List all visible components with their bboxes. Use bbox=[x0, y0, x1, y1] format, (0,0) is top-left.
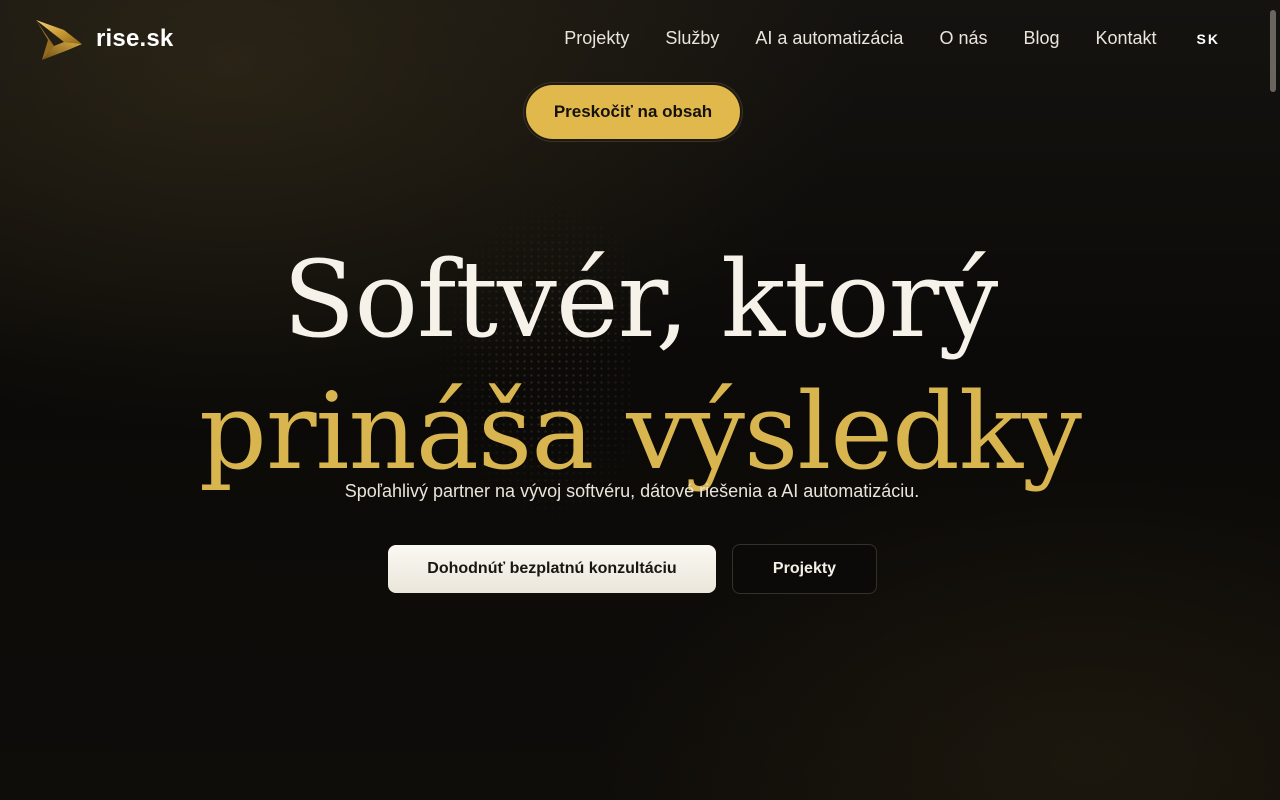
language-switcher[interactable]: SK bbox=[1197, 31, 1220, 47]
logo-text: rise.sk bbox=[96, 25, 174, 52]
nav-item-ai-automatizacia[interactable]: AI a automatizácia bbox=[755, 28, 903, 49]
main-nav: Projekty Služby AI a automatizácia O nás… bbox=[564, 28, 1220, 49]
hero-title-line2: prináša výsledky bbox=[199, 370, 1082, 493]
hero-subtitle: Spoľahlivý partner na vývoj softvéru, dá… bbox=[344, 481, 920, 501]
nav-item-kontakt[interactable]: Kontakt bbox=[1096, 28, 1157, 49]
gold-arrow-logo-icon bbox=[36, 20, 82, 60]
nav-item-blog[interactable]: Blog bbox=[1023, 28, 1059, 49]
logo-link[interactable]: rise.sk bbox=[34, 16, 173, 62]
nav-item-projekty[interactable]: Projekty bbox=[564, 28, 629, 49]
skip-to-content-button[interactable]: Preskočiť na obsah bbox=[524, 83, 742, 141]
free-consultation-button[interactable]: Dohodnúť bezplatnú konzultáciu bbox=[388, 545, 716, 593]
nav-item-sluzby[interactable]: Služby bbox=[665, 28, 719, 49]
hero-title-line1: Softvér, ktorý bbox=[282, 238, 999, 361]
projects-button[interactable]: Projekty bbox=[732, 544, 877, 594]
scrollbar-thumb[interactable] bbox=[1270, 10, 1276, 92]
nav-item-o-nas[interactable]: O nás bbox=[939, 28, 987, 49]
